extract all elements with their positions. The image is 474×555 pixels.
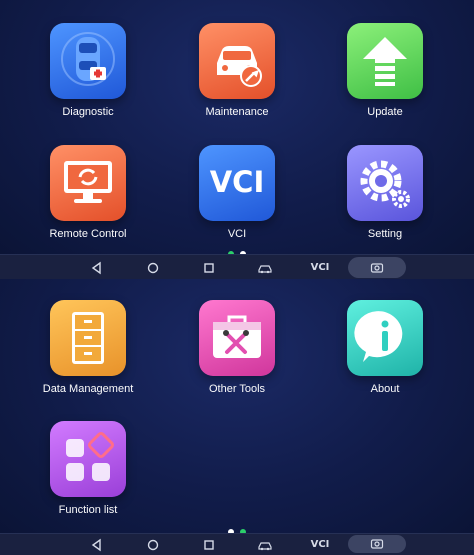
screenshot-icon [370,262,384,273]
home-screen-page-1: Diagnostic Maintenance Update Remote Con… [0,0,474,257]
tile-label: Maintenance [205,106,269,118]
vci-icon-text: VCI [209,165,265,199]
screenshot-button[interactable] [348,257,406,278]
car-shortcut-icon[interactable] [245,534,285,555]
tile-label: Setting [367,228,403,240]
tile-label: VCI [227,228,247,240]
tile-label: Remote Control [49,228,127,240]
navigation-bar: VCI [0,254,474,280]
file-cabinet-icon [50,300,126,376]
home-icon[interactable] [133,534,173,555]
car-shortcut-icon[interactable] [245,255,285,280]
tile-label: Update [367,106,403,118]
tile-diagnostic[interactable]: Diagnostic [13,23,163,118]
navigation-bar: VCI [0,533,474,555]
tile-function-list[interactable]: Function list [13,421,163,516]
vci-shortcut-label: VCI [310,539,330,550]
back-icon[interactable] [77,534,117,555]
tile-label: About [370,383,400,395]
home-icon[interactable] [133,255,173,280]
tile-maintenance[interactable]: Maintenance [162,23,312,118]
tile-label: Diagnostic [62,106,114,118]
car-wrench-icon [199,23,275,99]
screenshot-button[interactable] [348,535,406,553]
vci-shortcut-icon[interactable]: VCI [300,534,340,555]
recents-icon[interactable] [189,255,229,280]
car-diagnostic-icon [50,23,126,99]
screenshot-icon [370,539,384,549]
home-screen-page-2: Data Management Other Tools About Functi… [0,279,474,535]
tile-remote-control[interactable]: Remote Control [13,145,163,240]
tile-label: Function list [58,504,118,516]
tile-vci[interactable]: VCI VCI [162,145,312,240]
gear-icon [347,145,423,221]
tile-update[interactable]: Update [310,23,460,118]
tile-other-tools[interactable]: Other Tools [162,300,312,395]
apps-grid-icon [50,421,126,497]
vci-shortcut-icon[interactable]: VCI [300,255,340,280]
tile-label: Data Management [42,383,134,395]
tile-setting[interactable]: Setting [310,145,460,240]
tile-about[interactable]: About [310,300,460,395]
toolbox-icon [199,300,275,376]
vci-shortcut-label: VCI [310,262,330,273]
tile-label: Other Tools [208,383,266,395]
up-arrow-icon [347,23,423,99]
tile-data-management[interactable]: Data Management [13,300,163,395]
remote-monitor-icon [50,145,126,221]
vci-icon: VCI [199,145,275,221]
recents-icon[interactable] [189,534,229,555]
back-icon[interactable] [77,255,117,280]
info-icon [347,300,423,376]
